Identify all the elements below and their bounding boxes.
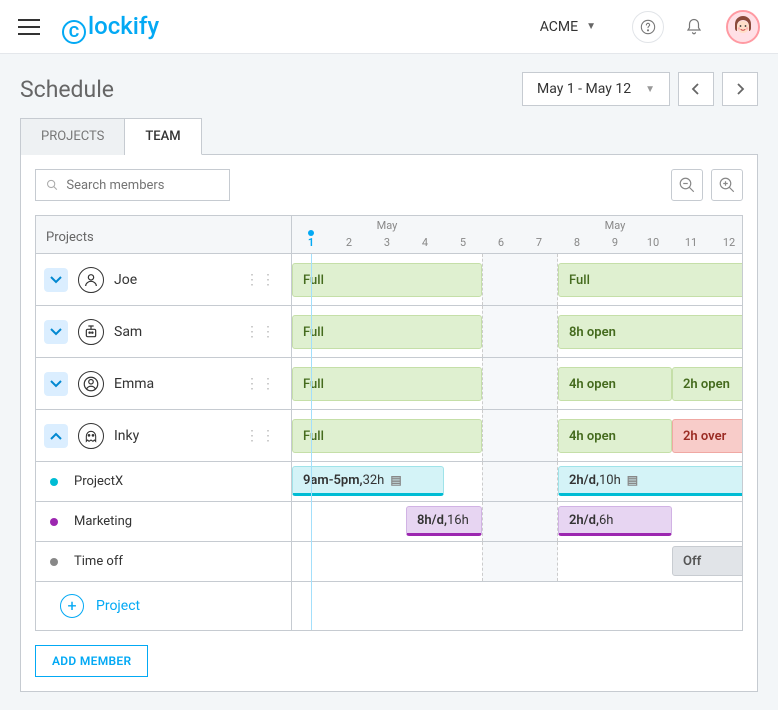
plus-icon: + [60, 594, 84, 618]
search-icon [46, 178, 58, 192]
schedule-bar[interactable]: Full [558, 263, 743, 297]
schedule-bar[interactable]: 2h open [672, 367, 743, 401]
day-header: 1 [292, 234, 330, 253]
help-icon[interactable] [632, 11, 664, 43]
weekend-shade [482, 306, 558, 357]
project-dot-icon [50, 478, 58, 486]
date-range-selector[interactable]: May 1 - May 12 ▼ [522, 72, 670, 106]
add-project-button[interactable]: + Project [50, 582, 150, 630]
grid-header-label: Projects [36, 216, 292, 253]
day-header: 3 [368, 234, 406, 253]
avatar[interactable] [726, 10, 760, 44]
chevron-down-icon: ▼ [645, 84, 655, 95]
collapse-toggle[interactable] [44, 424, 68, 448]
expand-toggle[interactable] [44, 320, 68, 344]
schedule-bar[interactable]: Full [292, 263, 482, 297]
project-name: Marketing [74, 514, 132, 529]
weekend-shade [482, 502, 558, 541]
workspace-name: ACME [540, 19, 578, 35]
drag-handle-icon[interactable]: ⋮⋮ [245, 278, 277, 282]
chevron-down-icon: ▼ [586, 21, 596, 32]
day-header: 7 [520, 234, 558, 253]
project-bar[interactable]: 9am-5pm, 32h▤ [292, 466, 444, 496]
expand-toggle[interactable] [44, 372, 68, 396]
month-label: May [292, 219, 482, 232]
schedule-bar[interactable]: 4h open [558, 367, 672, 401]
schedule-bar[interactable]: Full [292, 367, 482, 401]
logo[interactable]: Clockify [62, 12, 159, 41]
drag-handle-icon[interactable]: ⋮⋮ [245, 382, 277, 386]
schedule-bar[interactable]: Full [292, 419, 482, 453]
weekend-shade [482, 358, 558, 409]
weekend-shade [482, 410, 558, 461]
day-header: 10 [634, 234, 672, 253]
prev-button[interactable] [678, 72, 714, 106]
bell-icon[interactable] [678, 11, 710, 43]
drag-handle-icon[interactable]: ⋮⋮ [245, 434, 277, 438]
add-project-label: Project [96, 598, 140, 614]
schedule-bar[interactable]: Full [292, 315, 482, 349]
project-dot-icon [50, 558, 58, 566]
menu-icon[interactable] [18, 19, 40, 35]
member-name: Joe [114, 272, 137, 288]
member-name: Sam [114, 324, 142, 340]
day-header: 12 [710, 234, 743, 253]
schedule-bar[interactable]: 4h open [558, 419, 672, 453]
day-header: 11 [672, 234, 710, 253]
person-outline-icon [78, 371, 104, 397]
day-header: 2 [330, 234, 368, 253]
zoom-out-button[interactable] [671, 169, 703, 201]
project-bar[interactable]: 2h/d, 6h [558, 506, 672, 536]
search-field[interactable] [66, 178, 219, 193]
day-header: 6 [482, 234, 520, 253]
workspace-selector[interactable]: ACME ▼ [540, 19, 596, 35]
project-name: ProjectX [74, 474, 123, 489]
search-input[interactable] [35, 169, 230, 201]
expand-toggle[interactable] [44, 268, 68, 292]
project-dot-icon [50, 518, 58, 526]
person-icon [78, 267, 104, 293]
weekend-shade [482, 542, 558, 581]
drag-handle-icon[interactable]: ⋮⋮ [245, 330, 277, 334]
day-header: 8 [558, 234, 596, 253]
member-name: Inky [114, 428, 139, 444]
timeoff-bar[interactable]: Off [672, 546, 743, 576]
day-header: 9 [596, 234, 634, 253]
note-icon: ▤ [627, 473, 638, 487]
day-header: 5 [444, 234, 482, 253]
weekend-shade [482, 254, 558, 305]
date-range-text: May 1 - May 12 [537, 81, 631, 97]
next-button[interactable] [722, 72, 758, 106]
note-icon: ▤ [390, 473, 401, 487]
project-name: Time off [74, 554, 123, 569]
zoom-in-button[interactable] [711, 169, 743, 201]
tab-projects[interactable]: PROJECTS [20, 118, 125, 155]
month-label: May [482, 219, 743, 232]
weekend-shade [482, 462, 558, 501]
add-member-button[interactable]: ADD MEMBER [35, 645, 148, 677]
robot-icon [78, 319, 104, 345]
brand-text: lockify [88, 12, 159, 40]
member-name: Emma [114, 376, 154, 392]
page-title: Schedule [20, 76, 114, 103]
ghost-icon [78, 423, 104, 449]
schedule-bar[interactable]: 2h over [672, 419, 743, 453]
tab-team[interactable]: TEAM [125, 118, 201, 155]
project-bar[interactable]: 8h/d, 16h [406, 506, 482, 536]
schedule-bar[interactable]: 8h open [558, 315, 743, 349]
day-header: 4 [406, 234, 444, 253]
project-bar[interactable]: 2h/d, 10h▤ [558, 466, 743, 496]
